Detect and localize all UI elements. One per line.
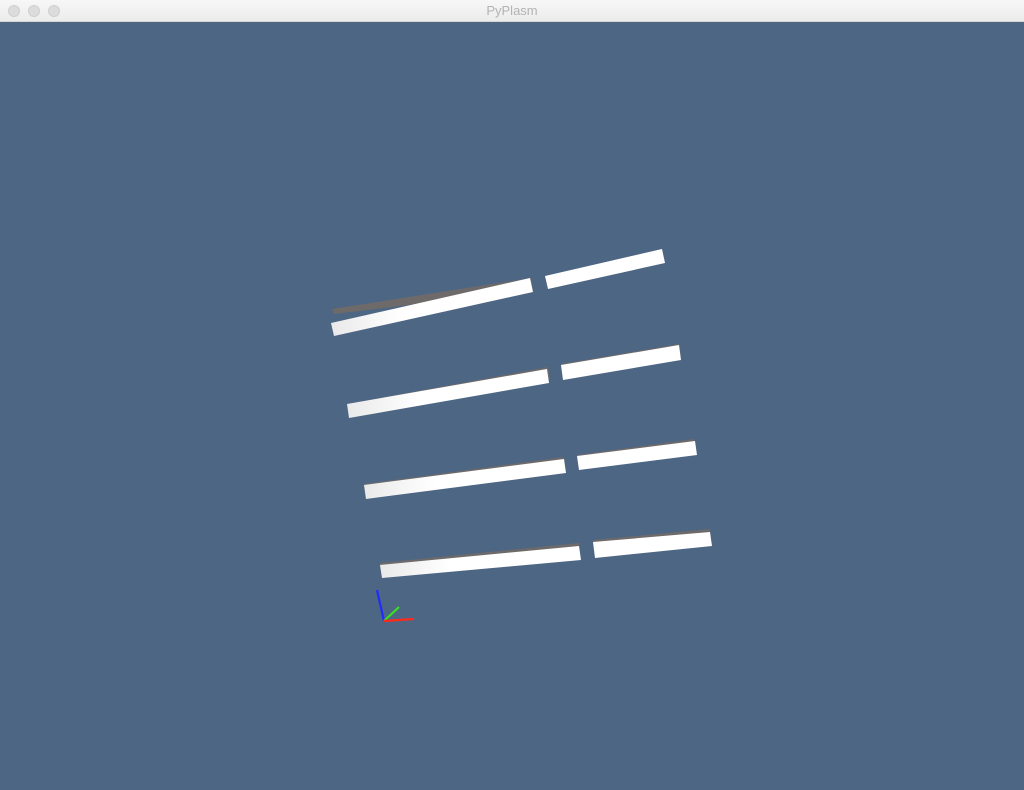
- bar-row-3-left-bar: [364, 459, 566, 499]
- window-title: PyPlasm: [486, 3, 538, 18]
- x-axis-line: [383, 617, 415, 623]
- bar-row-1-right-bar: [545, 249, 665, 289]
- bar-row-4: [380, 529, 712, 578]
- 3d-viewport[interactable]: [0, 22, 1024, 790]
- y-axis-line: [383, 606, 400, 622]
- bar-row-3-right-bar: [577, 441, 697, 470]
- pyplasm-window: PyPlasm: [0, 0, 1024, 790]
- z-axis-line: [375, 589, 386, 622]
- title-bar[interactable]: PyPlasm: [0, 0, 1024, 22]
- bar-row-2-right-bar: [561, 345, 681, 380]
- 3d-scene-canvas[interactable]: [0, 22, 1024, 790]
- axes-gizmo: [375, 589, 415, 623]
- bar-row-2-left-bar: [347, 369, 549, 418]
- bar-row-3: [364, 439, 697, 499]
- bar-row-1: [331, 249, 665, 336]
- bar-row-2: [347, 344, 681, 418]
